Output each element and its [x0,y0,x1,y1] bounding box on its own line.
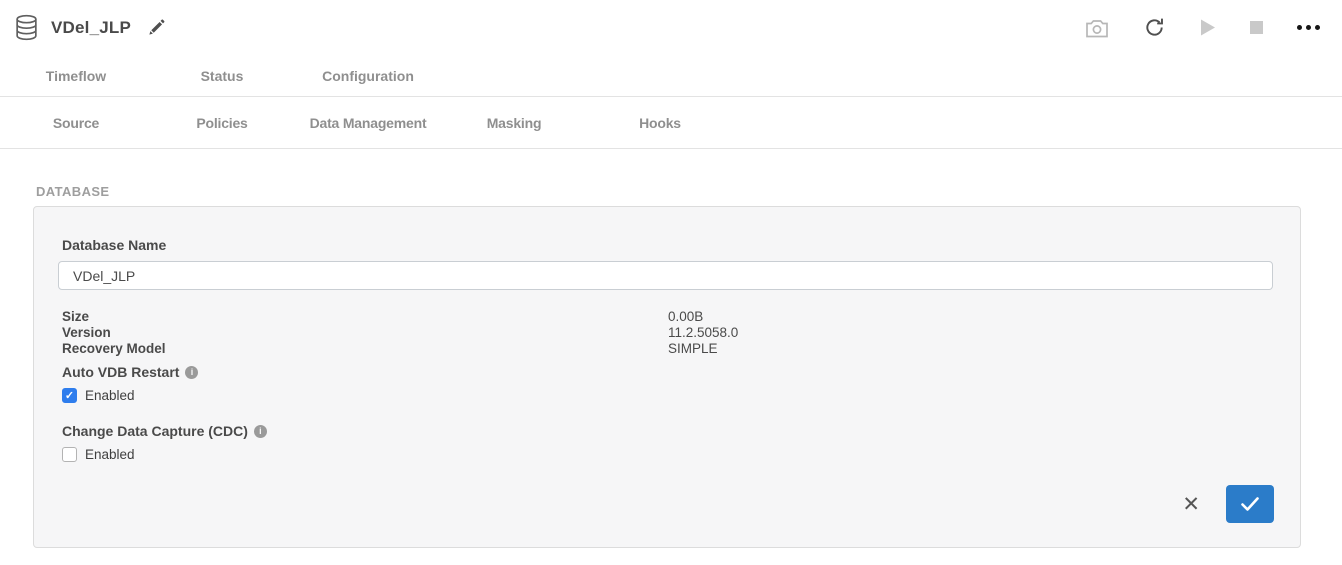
edit-pencil-icon[interactable] [147,18,166,37]
header: VDel_JLP [0,0,1342,55]
auto-vdb-restart-block: Auto VDB Restart Enabled [58,364,1276,403]
confirm-save-button[interactable] [1226,485,1274,523]
secondary-tab-bar: Source Policies Data Management Masking … [0,97,1342,149]
auto-vdb-restart-enabled-row[interactable]: Enabled [62,388,1276,403]
size-label: Size [62,309,668,325]
header-actions [1085,16,1320,39]
page-title: VDel_JLP [51,18,131,38]
cdc-checkbox-label: Enabled [85,447,135,462]
tab-configuration[interactable]: Configuration [292,68,438,84]
tab-source[interactable]: Source [0,115,146,131]
property-row-version: Version 11.2.5058.0 [62,325,1276,341]
auto-vdb-restart-checkbox[interactable] [62,388,77,403]
info-icon[interactable] [254,425,267,438]
database-name-label: Database Name [62,237,1276,253]
section-heading-database: DATABASE [36,184,1342,199]
tab-masking[interactable]: Masking [438,115,584,131]
database-name-input[interactable] [58,261,1273,290]
primary-tab-bar: Timeflow Status Configuration [0,55,1342,97]
checkmark-icon [1240,496,1260,512]
property-row-recovery-model: Recovery Model SIMPLE [62,341,1276,357]
snapshot-camera-icon[interactable] [1085,18,1109,38]
auto-vdb-restart-label: Auto VDB Restart [62,364,179,380]
start-play-icon[interactable] [1200,19,1216,36]
tab-status[interactable]: Status [146,68,292,84]
property-row-size: Size 0.00B [62,309,1276,325]
tab-timeflow[interactable]: Timeflow [0,68,146,84]
database-icon [14,14,39,41]
recovery-model-value: SIMPLE [668,341,718,357]
refresh-icon[interactable] [1143,16,1166,39]
stop-icon[interactable] [1250,21,1263,34]
recovery-model-label: Recovery Model [62,341,668,357]
more-options-ellipsis-icon[interactable] [1297,25,1320,30]
version-label: Version [62,325,668,341]
cdc-label: Change Data Capture (CDC) [62,423,248,439]
auto-vdb-restart-checkbox-label: Enabled [85,388,135,403]
size-value: 0.00B [668,309,703,325]
cdc-checkbox[interactable] [62,447,77,462]
panel-footer: ✕ [58,485,1276,523]
cancel-x-icon[interactable]: ✕ [1182,494,1200,515]
cdc-enabled-row[interactable]: Enabled [62,447,1276,462]
database-config-panel: Database Name Size 0.00B Version 11.2.50… [33,206,1301,548]
tab-hooks[interactable]: Hooks [584,115,730,131]
info-icon[interactable] [185,366,198,379]
version-value: 11.2.5058.0 [668,325,738,341]
tab-policies[interactable]: Policies [146,115,292,131]
property-list: Size 0.00B Version 11.2.5058.0 Recovery … [58,309,1276,357]
tab-data-management[interactable]: Data Management [292,115,438,131]
cdc-block: Change Data Capture (CDC) Enabled [58,423,1276,462]
